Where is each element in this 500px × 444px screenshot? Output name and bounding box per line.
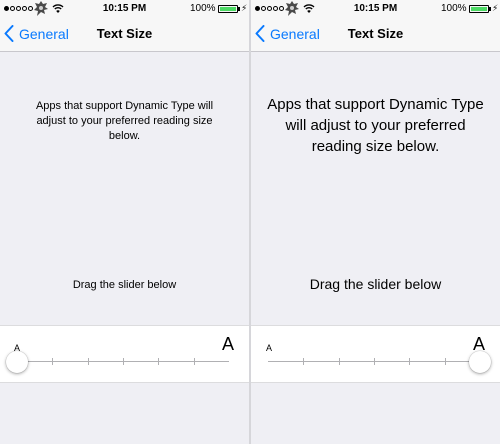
dynamic-type-description: Apps that support Dynamic Type will adju…	[35, 100, 214, 142]
battery-tip	[489, 7, 491, 11]
battery-icon	[469, 5, 489, 13]
slider-tick	[123, 358, 124, 365]
slider-tick	[409, 358, 411, 365]
slider-track[interactable]	[17, 358, 229, 365]
battery-tip	[238, 7, 240, 11]
text-size-slider-panel: A A	[0, 325, 249, 383]
drag-hint: Drag the slider below	[309, 276, 442, 292]
navigation-bar: General Text Size	[0, 18, 249, 52]
small-text-label: A	[266, 343, 273, 353]
slider-thumb[interactable]	[6, 351, 28, 373]
slider-tick	[193, 358, 195, 365]
slider-tick	[87, 358, 89, 365]
battery-fill	[220, 7, 236, 11]
large-text-label: A	[222, 334, 235, 354]
slider-tick	[374, 358, 375, 365]
text-size-screen-largest: 10:15 PM 100% ⚡︎ General Text Size Apps …	[251, 0, 500, 444]
dynamic-type-description: Apps that support Dynamic Type will adju…	[267, 96, 484, 155]
slider-track[interactable]	[268, 358, 480, 365]
bolt-icon: ⚡︎	[241, 3, 248, 13]
slider-tick	[303, 358, 305, 365]
slider-tick	[52, 358, 54, 365]
text-size-slider-panel: A A	[251, 325, 500, 383]
bolt-icon: ⚡︎	[492, 3, 499, 13]
navigation-bar: General Text Size	[251, 18, 500, 52]
status-bar: 10:15 PM 100% ⚡︎	[251, 0, 500, 18]
status-bar: 10:15 PM 100% ⚡︎	[0, 0, 249, 18]
page-title: Text Size	[96, 26, 153, 41]
slider-tick	[158, 358, 160, 365]
slider-tick	[338, 358, 340, 365]
page-title: Text Size	[347, 26, 404, 41]
battery-percentage: 100%	[441, 3, 467, 14]
battery-icon	[218, 5, 238, 13]
battery-percentage: 100%	[190, 3, 216, 14]
slider-tick	[444, 358, 446, 365]
text-size-screen-default: 10:15 PM 100% ⚡︎ General Text Size Apps …	[0, 0, 249, 444]
slider-thumb[interactable]	[469, 351, 491, 373]
drag-hint: Drag the slider below	[72, 279, 177, 291]
battery-fill	[471, 7, 487, 11]
